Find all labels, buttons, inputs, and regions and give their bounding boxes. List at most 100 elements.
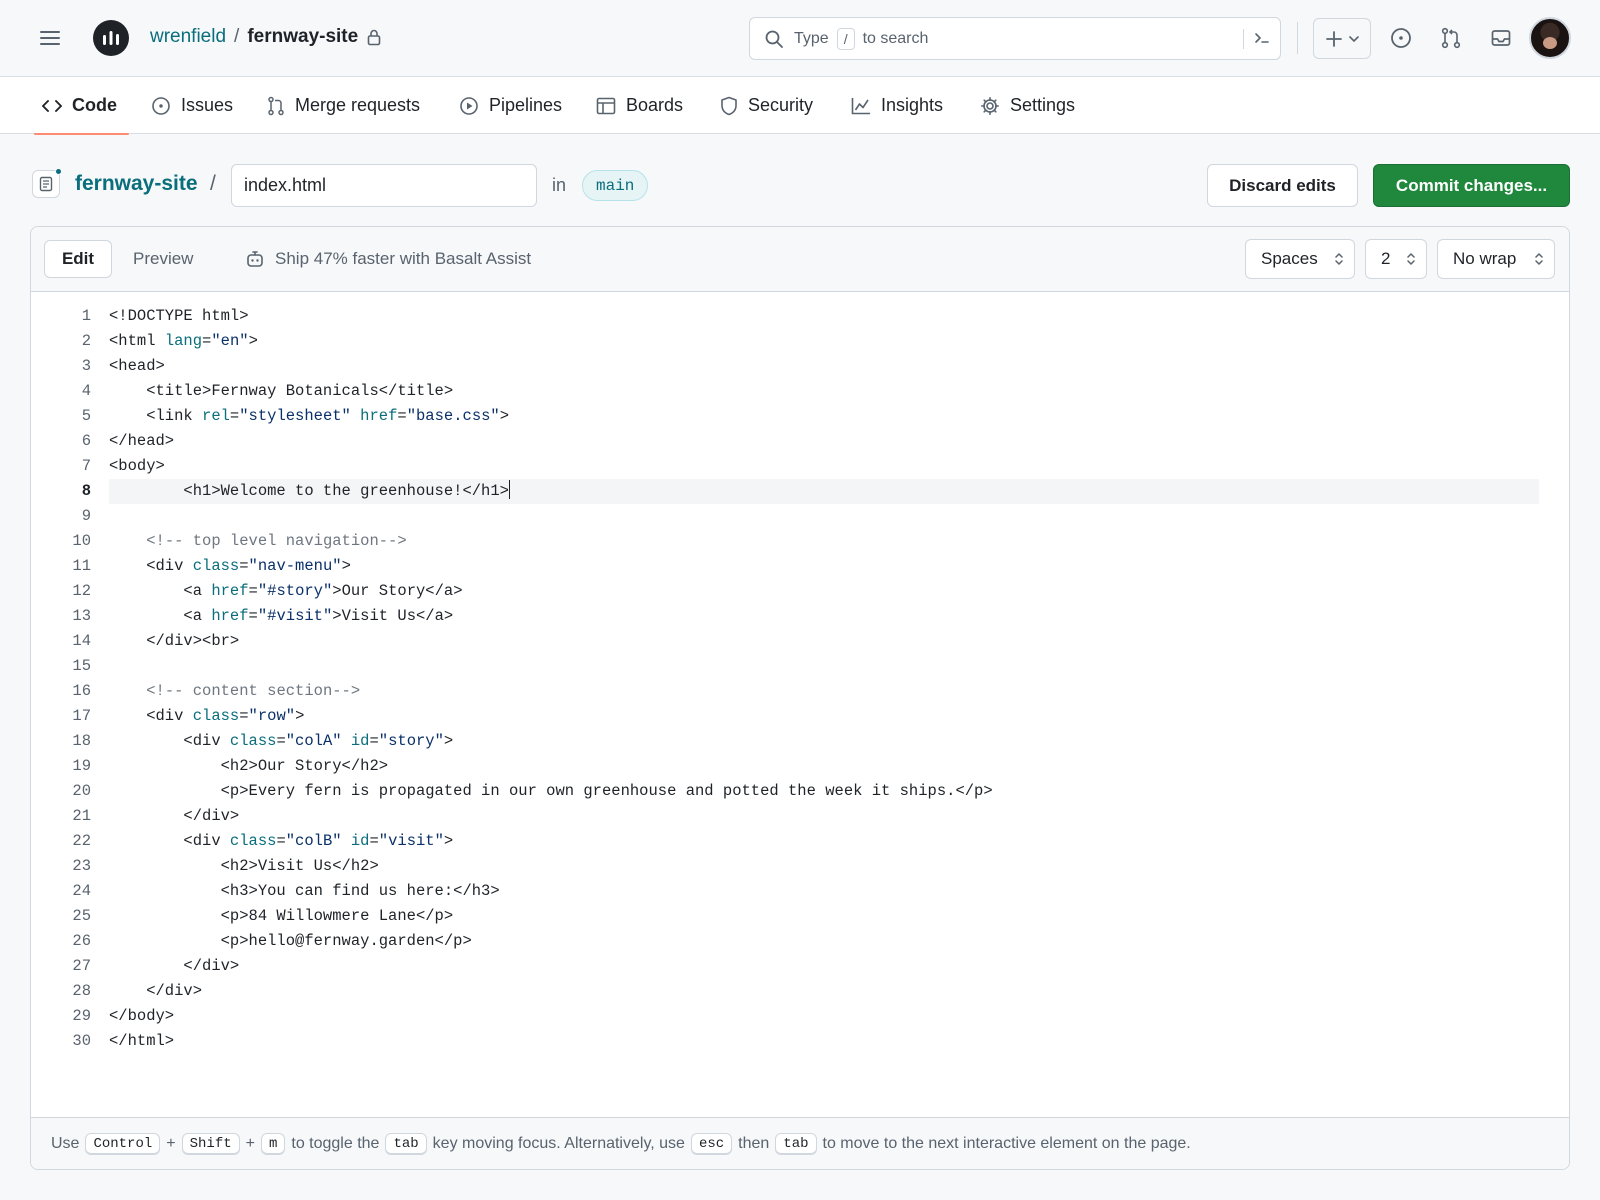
code-line[interactable]: 23 <h2>Visit Us</h2> — [31, 854, 1569, 879]
line-text: <a href="#visit">Visit Us</a> — [109, 607, 454, 625]
file-tree-toggle-icon[interactable] — [32, 168, 62, 198]
code-area[interactable]: 1 <!DOCTYPE html> 2 <html lang="en"> 3 <head>… — [31, 304, 1569, 1054]
command-palette-icon[interactable] — [1252, 28, 1272, 48]
code-line[interactable]: 14 </div><br> — [31, 629, 1569, 654]
kbd-control: Control — [85, 1132, 161, 1155]
code-line[interactable]: 8 <h1>Welcome to the greenhouse!</h1> — [31, 479, 1569, 504]
discard-edits-button[interactable]: Discard edits — [1207, 164, 1358, 207]
line-text: <!-- top level navigation--> — [146, 532, 407, 550]
tab-security[interactable]: Security — [720, 77, 813, 134]
edit-mode-button[interactable]: Edit — [44, 240, 112, 278]
tab-settings[interactable]: Settings — [980, 77, 1075, 134]
tab-code[interactable]: Code — [34, 77, 129, 135]
line-number: 6 — [81, 432, 91, 450]
preview-mode-button[interactable]: Preview — [133, 240, 193, 278]
code-line[interactable]: 9 — [31, 504, 1569, 529]
code-line[interactable]: 5 <link rel="stylesheet" href="base.css"… — [31, 404, 1569, 429]
merge-request-icon — [267, 96, 285, 116]
code-line[interactable]: 10 <!-- top level navigation--> — [31, 529, 1569, 554]
line-text: <!-- content section--> — [146, 682, 361, 700]
tab-insights[interactable]: Insights — [851, 77, 943, 134]
line-number: 25 — [72, 907, 91, 925]
filename-input[interactable] — [231, 164, 537, 207]
hint-text: + — [245, 1134, 255, 1152]
create-new-button[interactable] — [1313, 18, 1371, 59]
line-number: 2 — [81, 332, 91, 350]
code-line[interactable]: 24 <h3>You can find us here:</h3> — [31, 879, 1569, 904]
line-number: 18 — [72, 732, 91, 750]
code-line[interactable]: 26 <p>hello@fernway.garden</p> — [31, 929, 1569, 954]
code-line[interactable]: 3 <head> — [31, 354, 1569, 379]
breadcrumb: wrenfield / fernway-site — [150, 26, 382, 48]
code-line[interactable]: 19 <h2>Our Story</h2> — [31, 754, 1569, 779]
code-line[interactable]: 17 <div class="row"> — [31, 704, 1569, 729]
search-input[interactable]: Type / to search — [749, 17, 1281, 60]
code-line[interactable]: 25 <p>84 Willowmere Lane</p> — [31, 904, 1569, 929]
code-line[interactable]: 27 </div> — [31, 954, 1569, 979]
text-caret — [508, 480, 511, 499]
code-line[interactable]: 15 — [31, 654, 1569, 679]
search-shortcut-key: / — [836, 27, 855, 50]
line-text: </head> — [109, 432, 175, 450]
hint-text: Use — [51, 1134, 80, 1152]
shield-icon — [720, 96, 738, 116]
graph-icon — [851, 97, 871, 115]
code-line[interactable]: 29 </body> — [31, 1004, 1569, 1029]
issues-icon[interactable] — [1385, 22, 1417, 54]
line-text: <html lang="en"> — [109, 332, 258, 350]
commit-changes-button[interactable]: Commit changes... — [1373, 164, 1570, 207]
inbox-icon[interactable] — [1485, 22, 1517, 54]
tab-label: Merge requests — [295, 95, 421, 115]
line-number: 16 — [72, 682, 91, 700]
gear-icon — [980, 96, 1000, 116]
breadcrumb-repo-link[interactable]: fernway-site — [247, 26, 358, 48]
code-line[interactable]: 21 </div> — [31, 804, 1569, 829]
line-number: 12 — [72, 582, 91, 600]
code-line[interactable]: 22 <div class="colB" id="visit"> — [31, 829, 1569, 854]
code-line[interactable]: 7 <body> — [31, 454, 1569, 479]
code-line[interactable]: 2 <html lang="en"> — [31, 329, 1569, 354]
tab-boards[interactable]: Boards — [596, 77, 683, 134]
line-text: <head> — [109, 357, 165, 375]
copilot-icon — [245, 249, 265, 269]
code-line[interactable]: 13 <a href="#visit">Visit Us</a> — [31, 604, 1569, 629]
app-logo-icon[interactable] — [93, 20, 129, 56]
code-line[interactable]: 20 <p>Every fern is propagated in our ow… — [31, 779, 1569, 804]
code-line[interactable]: 30 </html> — [31, 1029, 1569, 1054]
code-line[interactable]: 11 <div class="nav-menu"> — [31, 554, 1569, 579]
hint-text: key moving focus. Alternatively, use — [432, 1134, 685, 1152]
hint-text: to toggle the — [291, 1134, 380, 1152]
code-line[interactable]: 28 </div> — [31, 979, 1569, 1004]
wrap-mode-select[interactable]: No wrap — [1437, 239, 1555, 279]
code-line[interactable]: 16 <!-- content section--> — [31, 679, 1569, 704]
search-suffix-label: to search — [862, 29, 929, 47]
file-repo-link[interactable]: fernway-site — [75, 172, 198, 196]
indent-mode-select[interactable]: Spaces — [1245, 239, 1355, 279]
code-line[interactable]: 12 <a href="#story">Our Story</a> — [31, 579, 1569, 604]
hint-text: + — [166, 1134, 176, 1152]
tab-pipelines[interactable]: Pipelines — [459, 77, 562, 134]
tab-issues[interactable]: Issues — [151, 77, 233, 134]
menu-icon[interactable] — [34, 22, 66, 54]
line-number: 28 — [72, 982, 91, 1000]
line-text: <p>84 Willowmere Lane</p> — [109, 907, 454, 925]
chevron-down-icon — [1349, 35, 1359, 43]
line-text: <div class="nav-menu"> — [109, 557, 351, 575]
select-arrows-icon — [1534, 252, 1544, 266]
code-line[interactable]: 18 <div class="colA" id="story"> — [31, 729, 1569, 754]
wrap-mode-value: No wrap — [1453, 249, 1517, 268]
indent-size-select[interactable]: 2 — [1365, 239, 1427, 279]
code-line[interactable]: 4 <title>Fernway Botanicals</title> — [31, 379, 1569, 404]
assist-promo[interactable]: Ship 47% faster with Basalt Assist — [245, 240, 531, 278]
line-text: </div> — [109, 957, 240, 975]
breadcrumb-owner-link[interactable]: wrenfield — [150, 26, 226, 48]
kbd-tab: tab — [775, 1132, 817, 1155]
merge-requests-icon[interactable] — [1435, 22, 1467, 54]
code-line[interactable]: 6 </head> — [31, 429, 1569, 454]
avatar[interactable] — [1529, 17, 1571, 59]
tab-merge-requests[interactable]: Merge requests — [267, 77, 420, 134]
branch-badge[interactable]: main — [582, 170, 649, 201]
line-text: <link rel="stylesheet" href="base.css"> — [109, 407, 510, 425]
line-text: </div> — [109, 982, 203, 1000]
code-line[interactable]: 1 <!DOCTYPE html> — [31, 304, 1569, 329]
